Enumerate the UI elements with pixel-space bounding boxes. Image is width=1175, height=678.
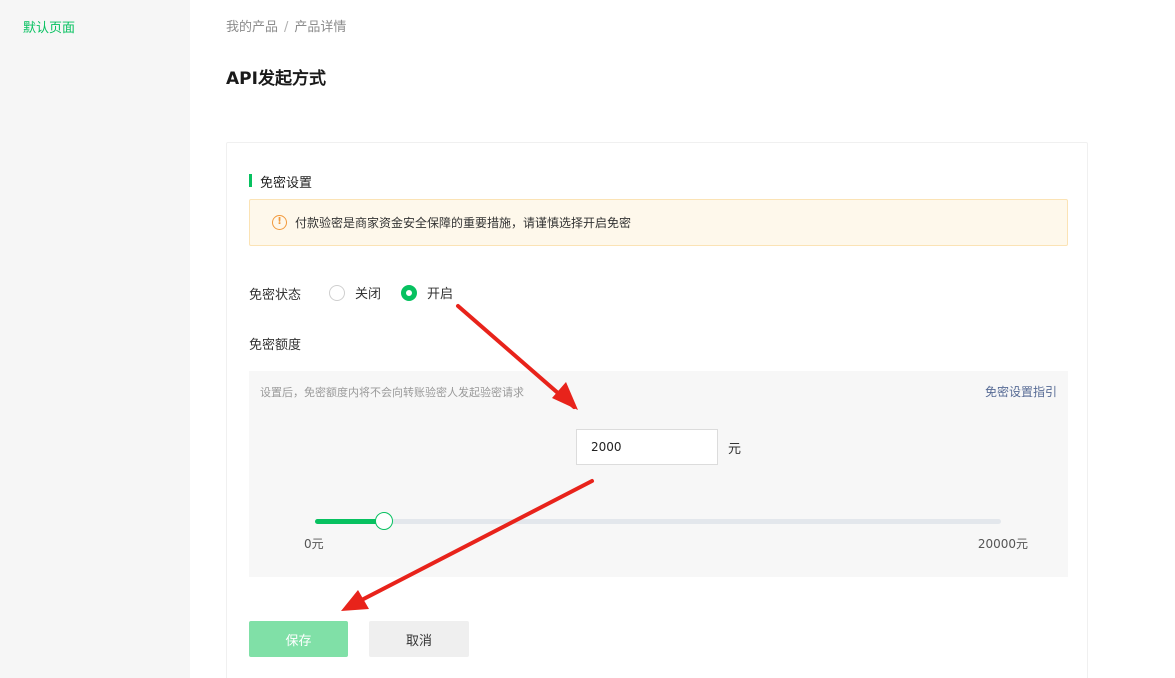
radio-off-label[interactable]: 关闭 [355,283,381,302]
status-label: 免密状态 [249,288,302,303]
radio-off[interactable]: 关闭 [329,283,381,302]
amount-panel: 设置后，免密额度内将不会向转账验密人发起验密请求 免密设置指引 元 0元 200… [249,371,1068,577]
warning-notice: ! 付款验密是商家资金安全保障的重要措施，请谨慎选择开启免密 [249,199,1068,246]
save-button[interactable]: 保存 [249,621,348,657]
amount-unit: 元 [728,442,742,457]
breadcrumb-separator: / [284,20,289,35]
notice-text: 付款验密是商家资金安全保障的重要措施，请谨慎选择开启免密 [295,216,632,230]
breadcrumb: 我的产品 / 产品详情 [226,16,346,35]
radio-off-circle[interactable] [329,284,345,301]
cancel-button[interactable]: 取消 [369,621,469,657]
amount-hint: 设置后，免密额度内将不会向转账验密人发起验密请求 [260,386,524,399]
slider-max-label: 20000元 [977,537,1028,551]
section-title: 免密设置 [249,172,312,191]
settings-card: 免密设置 ! 付款验密是商家资金安全保障的重要措施，请谨慎选择开启免密 免密状态… [226,142,1088,678]
sidebar-item-default-page[interactable]: 默认页面 [23,17,75,36]
amount-slider-track[interactable] [315,512,1001,530]
breadcrumb-my-products[interactable]: 我的产品 [226,20,278,35]
guide-link[interactable]: 免密设置指引 [985,383,1057,400]
amount-slider-thumb[interactable] [375,512,393,530]
amount-label: 免密额度 [249,338,302,353]
page-title: API发起方式 [226,69,326,89]
radio-on-circle[interactable] [401,284,417,301]
amount-input[interactable] [576,429,718,465]
amount-slider-fill [315,519,384,524]
sidebar: 默认页面 [0,0,190,678]
breadcrumb-product-detail: 产品详情 [294,20,347,35]
slider-min-label: 0元 [304,537,324,551]
radio-on[interactable]: 开启 [401,283,453,302]
warning-icon: ! [272,215,287,230]
radio-on-label[interactable]: 开启 [427,283,453,302]
